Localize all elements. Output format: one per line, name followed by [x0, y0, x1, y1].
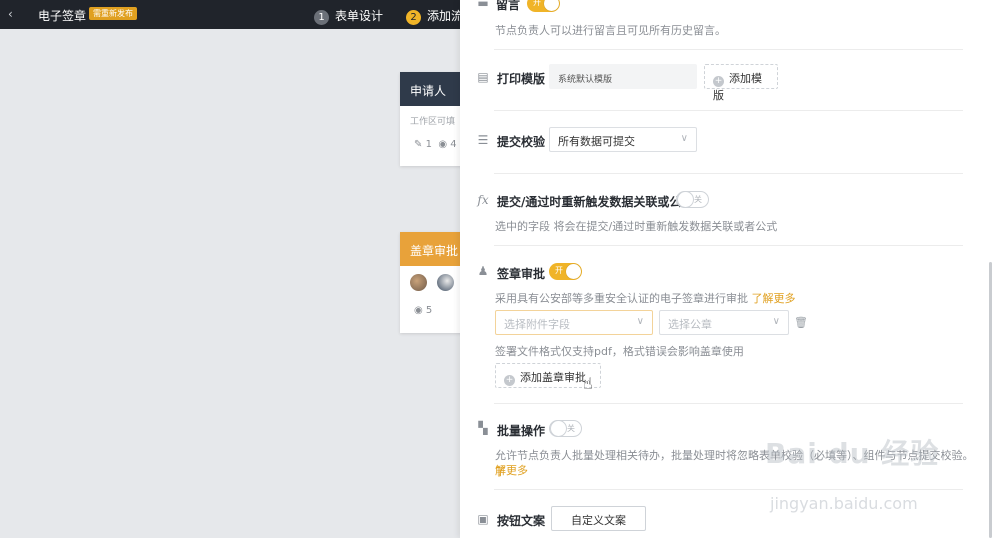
- attachment-field-select[interactable]: 选择附件字段 ∨: [495, 310, 653, 335]
- toggle-knob: [544, 0, 559, 11]
- print-title: 打印模版: [497, 72, 546, 86]
- step-add-flow[interactable]: 2 添加流: [406, 7, 463, 25]
- toggle-knob: [678, 192, 693, 207]
- seal-desc: 采用具有公安部等多重安全认证的电子签章进行审批 了解更多: [495, 290, 796, 306]
- comment-title: 留言: [496, 0, 521, 12]
- toggle-label: 开: [555, 266, 563, 275]
- app-title: 电子签章: [38, 9, 87, 23]
- toggle-label: 关: [567, 424, 575, 433]
- learn-more-link[interactable]: 了解更多: [752, 292, 796, 305]
- formula-icon: fx: [477, 193, 489, 207]
- print-template-field[interactable]: 系统默认模版: [549, 64, 697, 89]
- toggle-label: 开: [533, 0, 541, 7]
- divider: [494, 49, 963, 50]
- submit-check-select[interactable]: 所有数据可提交 ∨: [549, 127, 697, 152]
- flow-canvas[interactable]: [0, 29, 460, 538]
- add-template-button[interactable]: + 添加模版: [704, 64, 778, 102]
- select-placeholder: 选择附件字段: [504, 318, 570, 331]
- select-placeholder: 选择公章: [668, 318, 712, 331]
- status-badge: 需重新发布: [89, 7, 137, 20]
- scrollbar[interactable]: [989, 262, 992, 538]
- step-number: 2: [406, 10, 421, 25]
- button-text-title: 按钮文案: [497, 514, 546, 528]
- watermark-logo: Bai du 经验: [765, 437, 940, 470]
- step-number: 1: [314, 10, 329, 25]
- hand-pointer-icon: ☝: [583, 374, 593, 393]
- printer-icon: ▤: [477, 70, 489, 84]
- toggle-knob: [551, 421, 566, 436]
- step-form-design[interactable]: 1 表单设计: [314, 7, 383, 25]
- text-box-icon: ▣: [477, 512, 489, 526]
- stamp-icon: ♟: [477, 264, 489, 278]
- seal-toggle[interactable]: 开: [549, 263, 582, 280]
- divider: [494, 245, 963, 246]
- eye-icon: ◉: [438, 139, 448, 150]
- divider: [494, 489, 963, 490]
- step-label: 添加流: [427, 9, 464, 23]
- batch-grid-icon: ▚: [478, 421, 488, 435]
- edit-count: 1: [425, 139, 432, 150]
- batch-title: 批量操作: [497, 424, 546, 438]
- avatar: [410, 274, 427, 291]
- step-label: 表单设计: [335, 9, 384, 23]
- eye-icon: ◉: [414, 305, 423, 316]
- avatar: [437, 274, 454, 291]
- seal-desc-text: 采用具有公安部等多重安全认证的电子签章进行审批: [495, 292, 748, 305]
- retrigger-title: 提交/通过时重新触发数据关联或公式: [497, 195, 694, 209]
- seal-title: 签章审批: [497, 267, 546, 281]
- select-value: 所有数据可提交: [558, 135, 635, 148]
- comment-toggle[interactable]: 开: [527, 0, 560, 12]
- divider: [494, 403, 963, 404]
- retrigger-toggle[interactable]: 关: [676, 191, 709, 208]
- divider: [494, 110, 963, 111]
- edit-icon: ✎: [414, 139, 423, 150]
- plus-icon: +: [504, 375, 515, 386]
- plus-icon: +: [713, 76, 724, 87]
- database-check-icon: ☰: [477, 133, 489, 147]
- comment-icon: ▬: [477, 0, 489, 10]
- retrigger-desc: 选中的字段 将会在提交/通过时重新触发数据关联或者公式: [495, 220, 778, 233]
- learn-more-link[interactable]: 解更多: [495, 462, 528, 478]
- view-count: 4: [450, 139, 457, 150]
- divider: [494, 173, 963, 174]
- toggle-label: 关: [694, 195, 702, 204]
- toggle-knob: [566, 264, 581, 279]
- watermark-url: jingyan.baidu.com: [770, 494, 918, 513]
- seal-select[interactable]: 选择公章 ∨: [659, 310, 789, 335]
- batch-toggle[interactable]: 关: [549, 420, 582, 437]
- view-count: 5: [425, 305, 433, 316]
- button-label: 添加盖章审批: [520, 371, 586, 384]
- chevron-down-icon: ∨: [680, 133, 688, 144]
- comment-desc: 节点负责人可以进行留言且可见所有历史留言。: [495, 24, 726, 37]
- chevron-down-icon: ∨: [772, 316, 780, 327]
- seal-note: 签署文件格式仅支持pdf，格式错误会影响盖章使用: [495, 345, 744, 358]
- chevron-down-icon: ∨: [636, 316, 644, 327]
- trash-icon[interactable]: 🗑: [794, 316, 808, 329]
- chevron-left-icon[interactable]: ‹: [8, 7, 13, 21]
- submit-check-title: 提交校验: [497, 135, 546, 149]
- custom-text-button[interactable]: 自定义文案: [551, 506, 646, 531]
